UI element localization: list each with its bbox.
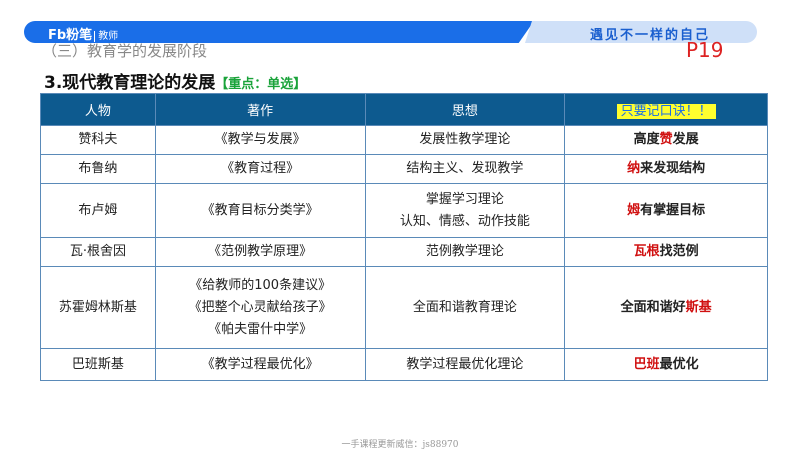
mnemonic-segment: 全面和谐好 xyxy=(620,299,686,315)
page-number: P19 xyxy=(686,38,724,62)
idea-text: 认知、情感、动作技能 xyxy=(399,213,530,229)
mnemonic-segment: 姆 xyxy=(627,202,641,218)
footer-watermark: 一手课程更新威信：js88970 xyxy=(341,440,459,450)
idea-text: 全面和谐教育理论 xyxy=(412,299,517,315)
idea-cell: 结构主义、发现教学 xyxy=(364,154,566,184)
table-row: 布鲁纳 《教育过程》 结构主义、发现教学 纳来发现结构 xyxy=(40,154,768,184)
idea-cell: 发展性教学理论 xyxy=(364,125,566,155)
works-cell: 《给教师的100条建议》 《把整个心灵献给孩子》 《帕夫雷什中学》 xyxy=(154,266,366,349)
person-cell: 布卢姆 xyxy=(40,183,156,238)
mnemonic-cell: 瓦根找范例 xyxy=(564,237,768,267)
works-cell: 《教育目标分类学》 xyxy=(154,183,366,238)
work-title: 《把整个心灵献给孩子》 xyxy=(188,299,332,315)
table-row: 布卢姆 《教育目标分类学》 掌握学习理论 认知、情感、动作技能 姆有掌握目标 xyxy=(40,183,768,238)
mnemonic-segment: 瓦根 xyxy=(633,244,660,259)
mnemonic-cell: 全面和谐好斯基 xyxy=(564,266,768,349)
mnemonic-cell: 巴班最优化 xyxy=(564,348,768,381)
table-row: 苏霍姆林斯基 《给教师的100条建议》 《把整个心灵献给孩子》 《帕夫雷什中学》 全面和… xyxy=(40,266,768,349)
mnemonic-segment: 有掌握目标 xyxy=(640,202,706,218)
person-name: 巴班斯基 xyxy=(71,356,124,372)
work-title: 《给教师的100条建议》 xyxy=(189,277,332,293)
mnemonic-segment: 找范例 xyxy=(659,244,699,259)
person-name: 苏霍姆林斯基 xyxy=(58,299,137,315)
person-name: 布鲁纳 xyxy=(78,161,118,176)
header-works: 著作 xyxy=(154,93,366,126)
idea-text: 结构主义、发现教学 xyxy=(406,161,524,176)
works-cell: 《范例教学原理》 xyxy=(154,237,366,267)
work-title: 《教学与发展》 xyxy=(214,132,306,147)
theory-table: 人物 著作 思想 只要记口诀！！ 赞科夫 《教学与发展》 发展性教学理论 高度赞发展布… xyxy=(40,93,768,381)
work-title: 《范例教学原理》 xyxy=(208,244,313,259)
mnemonic-cell: 纳来发现结构 xyxy=(564,154,768,184)
section-title: （三）教育学的发展阶段 xyxy=(42,42,208,60)
page-title: 3.现代教育理论的发展【重点：单选】 xyxy=(44,68,306,93)
idea-text: 范例教学理论 xyxy=(425,244,504,259)
table-row: 赞科夫 《教学与发展》 发展性教学理论 高度赞发展 xyxy=(40,125,768,155)
idea-cell: 掌握学习理论认知、情感、动作技能 xyxy=(364,183,566,238)
mnemonic-highlight: 只要记口诀！！ xyxy=(616,104,716,119)
idea-text: 掌握学习理论 xyxy=(425,191,504,207)
person-cell: 苏霍姆林斯基 xyxy=(40,266,156,349)
person-name: 瓦·根舍因 xyxy=(69,244,126,259)
mnemonic-segment: 来发现结构 xyxy=(640,161,706,176)
mnemonic-cell: 姆有掌握目标 xyxy=(564,183,768,238)
work-title: 《教育过程》 xyxy=(221,161,300,176)
mnemonic-segment: 高度 xyxy=(633,132,660,147)
mnemonic-cell: 高度赞发展 xyxy=(564,125,768,155)
works-cell: 《教育过程》 xyxy=(154,154,366,184)
idea-cell: 全面和谐教育理论 xyxy=(364,266,566,349)
work-title: 《教育目标分类学》 xyxy=(201,202,319,218)
person-cell: 布鲁纳 xyxy=(40,154,156,184)
idea-cell: 教学过程最优化理论 xyxy=(364,348,566,381)
table-row: 瓦·根舍因 《范例教学原理》 范例教学理论 瓦根找范例 xyxy=(40,237,768,267)
mnemonic-segment: 纳 xyxy=(627,161,641,176)
table-row: 巴班斯基 《教学过程最优化》 教学过程最优化理论 巴班最优化 xyxy=(40,348,768,381)
mnemonic-segment: 赞 xyxy=(659,132,673,147)
idea-text: 发展性教学理论 xyxy=(419,132,511,147)
title-text: 3.现代教育理论的发展 xyxy=(44,73,216,93)
header-mnemonic: 只要记口诀！！ xyxy=(564,93,768,126)
works-cell: 《教学与发展》 xyxy=(154,125,366,155)
mnemonic-segment: 发展 xyxy=(672,132,699,147)
mnemonic-segment: 斯基 xyxy=(685,299,712,315)
mnemonic-segment: 巴班 xyxy=(633,356,660,372)
person-name: 布卢姆 xyxy=(78,202,118,218)
work-title: 《帕夫雷什中学》 xyxy=(208,321,313,337)
title-tag: 【重点：单选】 xyxy=(215,77,307,92)
person-cell: 瓦·根舍因 xyxy=(40,237,156,267)
work-title: 《教学过程最优化》 xyxy=(201,356,319,372)
mnemonic-segment: 最优化 xyxy=(659,356,699,372)
works-cell: 《教学过程最优化》 xyxy=(154,348,366,381)
idea-text: 教学过程最优化理论 xyxy=(406,356,524,372)
person-cell: 赞科夫 xyxy=(40,125,156,155)
header-idea: 思想 xyxy=(364,93,566,126)
header-person: 人物 xyxy=(40,93,156,126)
idea-cell: 范例教学理论 xyxy=(364,237,566,267)
person-name: 赞科夫 xyxy=(78,132,118,147)
person-cell: 巴班斯基 xyxy=(40,348,156,381)
